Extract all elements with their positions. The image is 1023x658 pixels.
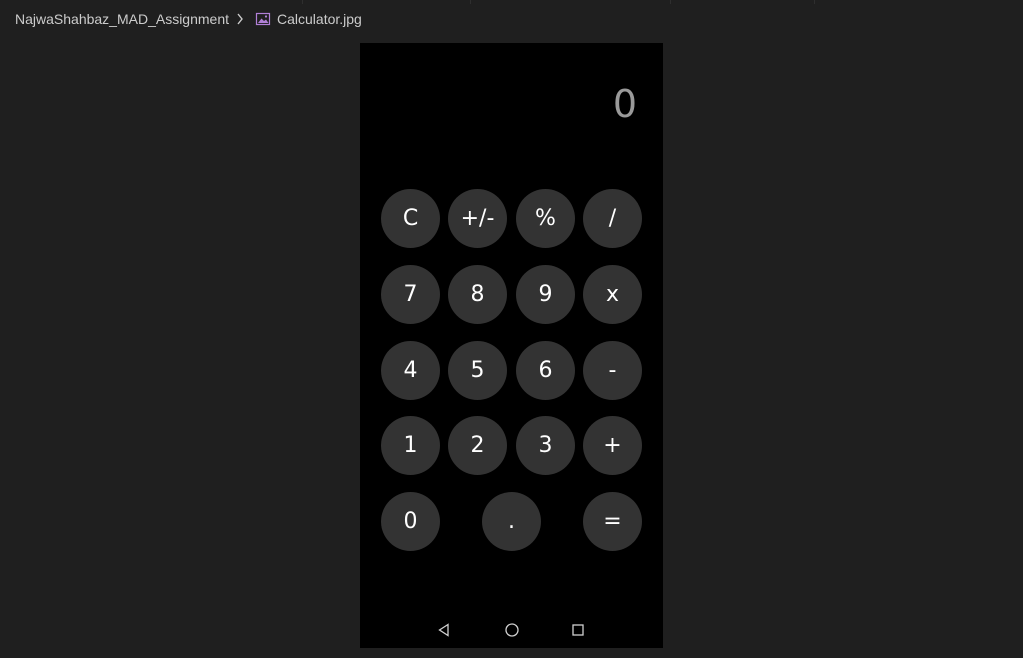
digit-7-button[interactable]: 7 — [381, 265, 440, 324]
editor-tab-strip — [0, 0, 1023, 4]
digit-9-button[interactable]: 9 — [516, 265, 575, 324]
digit-8-button[interactable]: 8 — [448, 265, 507, 324]
digit-0-button[interactable]: 0 — [381, 492, 440, 551]
percent-button[interactable]: % — [516, 189, 575, 248]
digit-3-button[interactable]: 3 — [516, 416, 575, 475]
subtract-button[interactable]: - — [583, 341, 642, 400]
breadcrumb-folder[interactable]: NajwaShahbaz_MAD_Assignment — [15, 11, 229, 27]
square-recents-icon[interactable] — [567, 619, 589, 641]
digit-2-button[interactable]: 2 — [448, 416, 507, 475]
breadcrumb: NajwaShahbaz_MAD_Assignment Calculator.j… — [15, 8, 362, 30]
equals-button[interactable]: = — [583, 492, 642, 551]
triangle-back-icon[interactable] — [433, 619, 455, 641]
divide-button[interactable]: / — [583, 189, 642, 248]
tab-divider — [814, 0, 1023, 4]
calculator-screen: 0 C +/- % / 7 8 9 x 4 5 6 - 1 2 3 + 0 . … — [360, 43, 663, 648]
digit-6-button[interactable]: 6 — [516, 341, 575, 400]
sign-toggle-button[interactable]: +/- — [448, 189, 507, 248]
calculator-display: 0 — [612, 82, 637, 126]
circle-home-icon[interactable] — [501, 619, 523, 641]
android-nav-bar — [360, 619, 663, 641]
digit-1-button[interactable]: 1 — [381, 416, 440, 475]
digit-5-button[interactable]: 5 — [448, 341, 507, 400]
decimal-button[interactable]: . — [482, 492, 541, 551]
chevron-right-icon — [235, 11, 245, 27]
digit-4-button[interactable]: 4 — [381, 341, 440, 400]
multiply-button[interactable]: x — [583, 265, 642, 324]
add-button[interactable]: + — [583, 416, 642, 475]
tab-divider — [670, 0, 815, 4]
tab-divider — [302, 0, 471, 4]
clear-button[interactable]: C — [381, 189, 440, 248]
breadcrumb-file[interactable]: Calculator.jpg — [277, 11, 362, 27]
image-file-icon — [255, 11, 271, 27]
tab-divider — [470, 0, 671, 4]
